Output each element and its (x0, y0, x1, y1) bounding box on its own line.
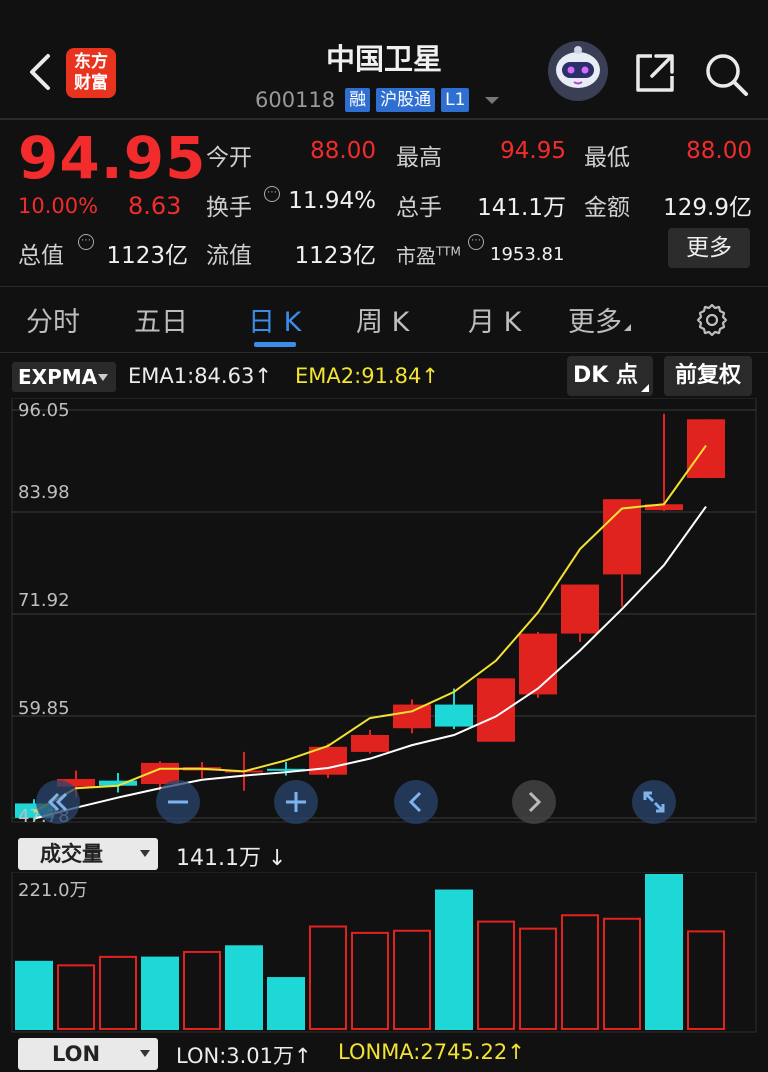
price-adjust-button[interactable]: 前复权 (664, 356, 752, 396)
volume-bar (351, 931, 389, 1030)
level1-tag: L1 (441, 88, 470, 112)
candle (561, 584, 599, 634)
y-tick-label: 59.85 (18, 698, 70, 719)
lon-readout: LON:3.01万↑ (176, 1044, 312, 1068)
ema1-readout: EMA1:84.63↑ (128, 364, 272, 388)
indicator-selector[interactable]: EXPMA (12, 362, 116, 392)
share-icon[interactable] (632, 50, 678, 96)
lon-indicator-selector[interactable]: LON (18, 1038, 158, 1070)
volume-bar (477, 920, 515, 1030)
tab-five-day[interactable]: 五日 (134, 300, 188, 339)
chart-frame (11, 398, 757, 823)
low-value: 88.00 (686, 138, 752, 164)
zoom-out-icon[interactable] (156, 780, 200, 824)
stock-subtitle: 600118 融 沪股通 L1 (255, 86, 500, 114)
tabs-divider (0, 352, 768, 353)
high-value: 94.95 (500, 138, 566, 164)
open-value: 88.00 (310, 138, 376, 164)
y-tick-label: 96.05 (18, 400, 70, 421)
tab-more[interactable]: 更多 (568, 300, 631, 339)
volume-bar (645, 874, 683, 1030)
chevron-down-icon[interactable] (485, 96, 500, 104)
turnover-value: 11.94% (288, 188, 376, 214)
candle (351, 734, 389, 752)
turnover-label: 换手 (206, 195, 252, 221)
margin-tag: 融 (345, 88, 371, 112)
tab-daily-k[interactable]: 日 K (248, 300, 301, 339)
amount-value: 129.9亿 (663, 195, 752, 221)
volume-bar (309, 925, 347, 1030)
volume-bar (267, 977, 305, 1030)
volume-bar (435, 889, 473, 1030)
zoom-in-icon[interactable] (274, 780, 318, 824)
market-cap-value: 1123亿 (106, 243, 188, 269)
volume-tick-label: 221.0万 (18, 880, 88, 901)
chevron-right-icon[interactable] (512, 780, 556, 824)
info-icon[interactable]: ⋯ (264, 186, 280, 202)
low-label: 最低 (584, 145, 630, 171)
pe-value: 1953.81 (490, 244, 565, 265)
info-icon[interactable]: ⋯ (468, 234, 484, 250)
gear-icon[interactable] (694, 302, 730, 338)
y-tick-label: 83.98 (18, 482, 70, 503)
rewind-icon[interactable] (36, 780, 80, 824)
volume-bar (393, 929, 431, 1030)
tab-monthly-k[interactable]: 月 K (468, 300, 521, 339)
assistant-robot-icon[interactable] (546, 40, 610, 102)
ema2-readout: EMA2:91.84↑ (295, 364, 439, 388)
current-price: 94.95 (18, 124, 207, 192)
dk-point-button[interactable]: DK 点 (567, 356, 653, 396)
volume-indicator-selector[interactable]: 成交量 (18, 838, 158, 870)
volume-bar (141, 956, 179, 1030)
volume-label: 总手 (396, 195, 442, 221)
candlestick-chart[interactable] (0, 398, 768, 834)
lonma-readout: LONMA:2745.22↑ (338, 1040, 525, 1064)
candle (477, 678, 515, 742)
volume-bar (99, 955, 137, 1030)
float-cap-label: 流值 (206, 243, 252, 269)
active-tab-indicator (254, 342, 296, 347)
volume-frame (11, 872, 757, 1033)
pe-label: 市盈TTM (396, 244, 461, 268)
chevron-left-icon[interactable] (394, 780, 438, 824)
candle (393, 704, 431, 729)
float-cap-value: 1123亿 (294, 243, 376, 269)
volume-bar (57, 964, 95, 1031)
volume-readout: 141.1万 ↓ (176, 846, 287, 871)
more-quote-button[interactable]: 更多 (668, 228, 750, 268)
volume-value: 141.1万 (477, 195, 566, 221)
quote-divider (0, 286, 768, 287)
tab-intraday[interactable]: 分时 (26, 300, 80, 339)
y-tick-label: 71.92 (18, 590, 70, 611)
info-icon[interactable]: ⋯ (78, 234, 94, 250)
volume-bar (561, 914, 599, 1031)
volume-chart[interactable] (0, 872, 768, 1034)
volume-bar (225, 945, 263, 1030)
market-cap-label: 总值 (18, 243, 64, 269)
change-percent: 10.00% (18, 194, 99, 218)
volume-bar (603, 917, 641, 1030)
stock-code: 600118 (255, 88, 336, 112)
high-label: 最高 (396, 145, 442, 171)
volume-bar (519, 927, 557, 1031)
volume-bar (183, 950, 221, 1030)
stock-connect-tag: 沪股通 (376, 88, 436, 112)
candle (687, 419, 725, 479)
search-icon[interactable] (702, 50, 750, 98)
change-amount: 8.63 (128, 192, 182, 220)
amount-label: 金额 (584, 195, 630, 221)
volume-bar (687, 930, 725, 1030)
tab-weekly-k[interactable]: 周 K (356, 300, 409, 339)
candle (435, 704, 473, 727)
volume-bar (15, 960, 53, 1030)
fullscreen-icon[interactable] (632, 780, 676, 824)
open-label: 今开 (206, 145, 252, 171)
header-divider (0, 118, 768, 120)
candle (603, 499, 641, 575)
candle (519, 633, 557, 695)
